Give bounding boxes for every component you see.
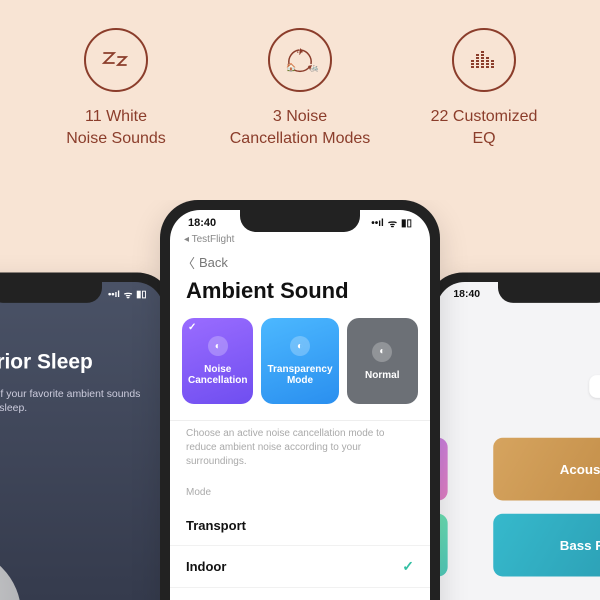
phone-sleep: 18:40 ••ılᯤ▮▯ TestFlight Superior Sleep … <box>0 273 173 600</box>
hint-text: Choose an active noise cancellation mode… <box>170 420 430 483</box>
check-icon: ✓ <box>188 322 196 333</box>
battery-icon: ▮▯ <box>136 289 146 299</box>
phone-eq: 18:40 ••ılᯤ▮▯ Custom Acoustic Bass Reduc… <box>427 273 600 600</box>
feature-label: 11 White Noise Sounds <box>66 106 166 149</box>
mode-card-normal[interactable]: ◐ Normal <box>347 318 418 404</box>
battery-icon: ▮▯ <box>401 218 412 229</box>
wifi-icon: ᯤ <box>388 216 397 230</box>
mode-section-label: Mode <box>170 483 430 506</box>
device-notch <box>240 210 360 232</box>
feature-noise-cancel: ✈ 🚲 🏠 3 Noise Cancellation Modes <box>215 28 385 149</box>
back-button[interactable]: 〈 Back <box>170 245 430 276</box>
status-source: TestFlight <box>0 303 164 315</box>
status-time: 18:40 <box>188 217 216 229</box>
mode-row-label: Indoor <box>186 559 226 574</box>
phones-stage: 18:40 ••ılᯤ▮▯ TestFlight Superior Sleep … <box>0 200 600 600</box>
svg-text:🚲: 🚲 <box>310 63 318 72</box>
mode-row-transport[interactable]: Transport <box>170 506 430 546</box>
mode-row-indoor[interactable]: Indoor ✓ <box>170 546 430 588</box>
card-label: Normal <box>365 370 399 381</box>
eq-tile-bass-reducer[interactable]: Bass Reducer <box>493 514 600 577</box>
mode-row-label: Transport <box>186 518 246 533</box>
signal-icon: ••ıl <box>371 218 384 229</box>
mode-card-transparency[interactable]: ◐ Transparency Mode <box>261 318 338 404</box>
page-title: Ambient Sound <box>170 276 430 318</box>
moon-illustration <box>0 548 21 600</box>
headphone-icon: ◐ <box>290 336 310 356</box>
mode-card-noise-cancellation[interactable]: ✓ ◐ Noise Cancellation <box>182 318 253 404</box>
device-notch <box>0 282 102 303</box>
status-source: ◂ TestFlight <box>170 232 430 245</box>
signal-icon: ••ıl <box>108 289 120 299</box>
feature-label: 22 Customized EQ <box>431 106 538 149</box>
svg-text:🏠: 🏠 <box>286 63 296 72</box>
cycle-modes-icon: ✈ 🚲 🏠 <box>268 28 332 92</box>
chevron-left-icon: 〈 <box>182 253 195 272</box>
feature-label: 3 Noise Cancellation Modes <box>230 106 371 149</box>
back-label: Back <box>199 255 228 270</box>
equalizer-icon <box>452 28 516 92</box>
headphone-icon: ◐ <box>208 336 228 356</box>
sleep-subtitle: Use a mix of your favorite ambient sound… <box>0 387 164 435</box>
check-icon: ✓ <box>402 558 414 575</box>
feature-row: 11 White Noise Sounds ✈ 🚲 🏠 3 Noise Cancel… <box>0 0 600 161</box>
feature-eq: 22 Customized EQ <box>399 28 569 149</box>
card-label: Transparency Mode <box>267 364 332 386</box>
phone-ambient: 18:40 ••ıl ᯤ ▮▯ ◂ TestFlight 〈 Back Ambien… <box>160 200 440 600</box>
eq-custom-button[interactable]: Custom <box>589 375 600 398</box>
sleep-zz-icon <box>84 28 148 92</box>
card-label: Noise Cancellation <box>188 364 247 386</box>
svg-text:✈: ✈ <box>297 48 304 57</box>
sleep-title: Superior Sleep <box>0 315 164 387</box>
device-notch <box>498 282 600 303</box>
eq-tile-acoustic[interactable]: Acoustic <box>493 438 600 501</box>
wifi-icon: ᯤ <box>124 288 133 301</box>
headphone-icon: ◐ <box>372 342 392 362</box>
status-time: 18:40 <box>453 289 480 300</box>
feature-white-noise: 11 White Noise Sounds <box>31 28 201 149</box>
